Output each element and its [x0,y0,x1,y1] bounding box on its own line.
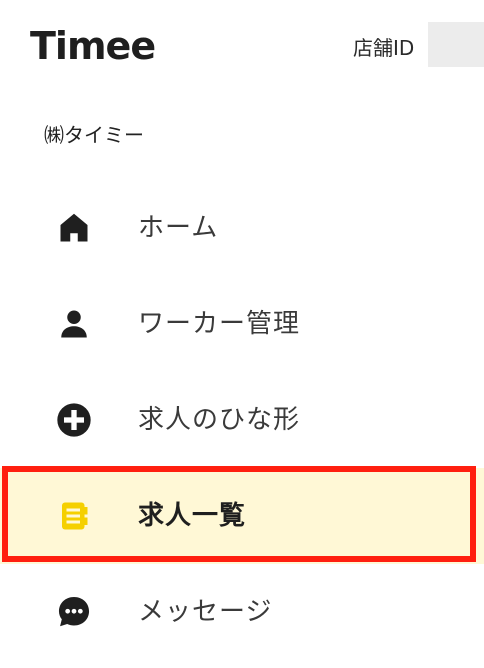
store-id-label: 店舗ID [353,36,415,60]
person-icon [54,304,94,344]
nav-item-home[interactable]: ホーム [0,180,484,276]
nav-item-job-list[interactable]: 求人一覧 [0,468,484,564]
plus-circle-icon [54,400,94,440]
document-list-icon [54,496,94,536]
company-name: ㈱タイミー [44,123,144,147]
nav-item-messages[interactable]: メッセージ [0,564,484,660]
nav-item-worker-management[interactable]: ワーカー管理 [0,276,484,372]
home-icon [54,208,94,248]
nav-item-job-templates[interactable]: 求人のひな形 [0,372,484,468]
nav-item-label: ワーカー管理 [138,309,301,339]
nav-item-label: メッセージ [138,597,273,627]
chat-bubble-icon [54,592,94,632]
header: Timee 店舗ID [0,0,484,90]
store-id-value [428,22,484,67]
nav-item-label: ホーム [138,213,219,243]
nav-item-label: 求人のひな形 [138,405,301,435]
nav-item-label: 求人一覧 [138,501,247,531]
timee-logo[interactable]: Timee [30,22,156,70]
